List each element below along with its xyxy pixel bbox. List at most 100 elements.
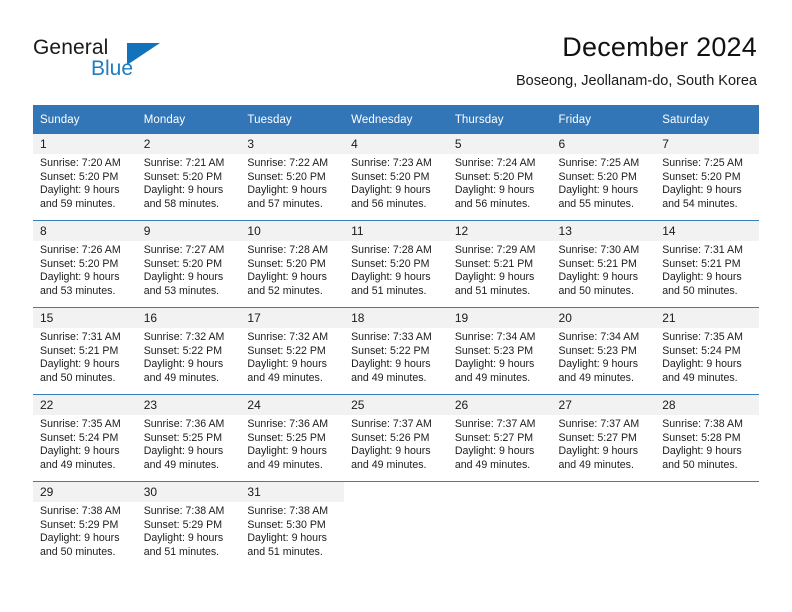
calendar-day-cell[interactable]: 6 Sunrise: 7:25 AM Sunset: 5:20 PM Dayli… xyxy=(551,134,656,221)
daylight-text-line2: and 52 minutes. xyxy=(247,284,323,297)
daylight-text-line1: Daylight: 9 hours xyxy=(247,271,327,284)
day-details: Sunrise: 7:20 AM Sunset: 5:20 PM Dayligh… xyxy=(33,154,137,211)
sunrise-text: Sunrise: 7:21 AM xyxy=(143,157,225,169)
calendar-day-cell[interactable]: 17 Sunrise: 7:32 AM Sunset: 5:22 PM Dayl… xyxy=(240,307,345,395)
sunset-text: Sunset: 5:28 PM xyxy=(662,431,741,444)
day-number: 14 xyxy=(655,221,759,241)
day-details: Sunrise: 7:36 AM Sunset: 5:25 PM Dayligh… xyxy=(240,415,344,472)
calendar-day-cell[interactable]: 13 Sunrise: 7:30 AM Sunset: 5:21 PM Dayl… xyxy=(551,220,656,308)
daylight-text-line1: Daylight: 9 hours xyxy=(454,184,535,197)
daylight-text-line1: Daylight: 9 hours xyxy=(143,532,224,545)
day-details: Sunrise: 7:25 AM Sunset: 5:20 PM Dayligh… xyxy=(552,154,656,211)
day-number: 20 xyxy=(551,308,656,328)
calendar-day-cell[interactable]: 3 Sunrise: 7:22 AM Sunset: 5:20 PM Dayli… xyxy=(240,134,345,221)
calendar-day-cell[interactable]: 19 Sunrise: 7:34 AM Sunset: 5:23 PM Dayl… xyxy=(447,307,552,395)
day-number: 7 xyxy=(655,134,759,154)
daylight-text-line2: and 49 minutes. xyxy=(558,458,634,471)
sunrise-text: Sunrise: 7:34 AM xyxy=(558,331,640,343)
calendar-week-row: 1 Sunrise: 7:20 AM Sunset: 5:20 PM Dayli… xyxy=(33,134,759,221)
calendar-day-cell[interactable]: 8 Sunrise: 7:26 AM Sunset: 5:20 PM Dayli… xyxy=(33,220,137,308)
daylight-text-line2: and 49 minutes. xyxy=(40,458,116,471)
day-number: 8 xyxy=(33,221,137,241)
weekday-header-thursday: Thursday xyxy=(447,105,552,134)
page-title: December 2024 xyxy=(562,32,757,62)
day-details: Sunrise: 7:35 AM Sunset: 5:24 PM Dayligh… xyxy=(655,328,759,385)
sunset-text: Sunset: 5:20 PM xyxy=(351,257,430,270)
sunset-text: Sunset: 5:20 PM xyxy=(40,257,119,270)
general-blue-logo[interactable]: General Blue xyxy=(33,36,213,88)
calendar-day-cell[interactable]: 4 Sunrise: 7:23 AM Sunset: 5:20 PM Dayli… xyxy=(344,134,448,221)
title-block: December 2024 Boseong, Jeollanam-do, Sou… xyxy=(516,30,757,90)
calendar-day-cell[interactable]: 7 Sunrise: 7:25 AM Sunset: 5:20 PM Dayli… xyxy=(655,134,759,221)
sunrise-text: Sunrise: 7:28 AM xyxy=(247,244,329,256)
calendar-day-cell[interactable]: 14 Sunrise: 7:31 AM Sunset: 5:21 PM Dayl… xyxy=(655,220,759,308)
sunset-text: Sunset: 5:20 PM xyxy=(351,170,430,183)
daylight-text-line1: Daylight: 9 hours xyxy=(662,358,742,371)
calendar-day-cell[interactable]: 25 Sunrise: 7:37 AM Sunset: 5:26 PM Dayl… xyxy=(344,394,448,482)
daylight-text-line2: and 57 minutes. xyxy=(247,197,323,210)
day-details: Sunrise: 7:38 AM Sunset: 5:29 PM Dayligh… xyxy=(33,502,137,559)
calendar-day-cell[interactable]: 24 Sunrise: 7:36 AM Sunset: 5:25 PM Dayl… xyxy=(240,394,345,482)
day-details: Sunrise: 7:30 AM Sunset: 5:21 PM Dayligh… xyxy=(552,241,656,298)
calendar-day-cell[interactable]: 16 Sunrise: 7:32 AM Sunset: 5:22 PM Dayl… xyxy=(136,307,241,395)
day-details: Sunrise: 7:28 AM Sunset: 5:20 PM Dayligh… xyxy=(240,241,344,298)
calendar-day-cell[interactable]: 29 Sunrise: 7:38 AM Sunset: 5:29 PM Dayl… xyxy=(33,481,137,568)
day-number: 12 xyxy=(447,221,552,241)
calendar-week-row: 29 Sunrise: 7:38 AM Sunset: 5:29 PM Dayl… xyxy=(33,481,759,568)
daylight-text-line2: and 56 minutes. xyxy=(351,197,427,210)
daylight-text-line1: Daylight: 9 hours xyxy=(40,271,120,284)
daylight-text-line1: Daylight: 9 hours xyxy=(558,445,639,458)
calendar-day-cell[interactable]: 27 Sunrise: 7:37 AM Sunset: 5:27 PM Dayl… xyxy=(551,394,656,482)
calendar-header-row-group: Sunday Monday Tuesday Wednesday Thursday… xyxy=(33,105,759,134)
daylight-text-line1: Daylight: 9 hours xyxy=(40,532,120,545)
day-number: 29 xyxy=(33,482,137,502)
daylight-text-line2: and 54 minutes. xyxy=(662,197,738,210)
sunset-text: Sunset: 5:24 PM xyxy=(662,344,741,357)
calendar-day-cell[interactable]: 28 Sunrise: 7:38 AM Sunset: 5:28 PM Dayl… xyxy=(655,394,759,482)
day-details: Sunrise: 7:31 AM Sunset: 5:21 PM Dayligh… xyxy=(33,328,137,385)
day-details: Sunrise: 7:26 AM Sunset: 5:20 PM Dayligh… xyxy=(33,241,137,298)
calendar-day-cell[interactable]: 10 Sunrise: 7:28 AM Sunset: 5:20 PM Dayl… xyxy=(240,220,345,308)
day-number: 19 xyxy=(447,308,552,328)
daylight-text-line1: Daylight: 9 hours xyxy=(247,358,327,371)
day-number: 26 xyxy=(447,395,552,415)
daylight-text-line2: and 58 minutes. xyxy=(143,197,220,210)
sunset-text: Sunset: 5:21 PM xyxy=(40,344,119,357)
daylight-text-line1: Daylight: 9 hours xyxy=(40,184,120,197)
calendar-day-cell-empty xyxy=(344,481,448,568)
sunrise-text: Sunrise: 7:34 AM xyxy=(454,331,536,343)
calendar-day-cell[interactable]: 9 Sunrise: 7:27 AM Sunset: 5:20 PM Dayli… xyxy=(136,220,241,308)
day-details: Sunrise: 7:36 AM Sunset: 5:25 PM Dayligh… xyxy=(137,415,241,472)
day-number: 10 xyxy=(240,221,345,241)
sunrise-text: Sunrise: 7:38 AM xyxy=(662,418,743,430)
page-header: General Blue December 2024 Boseong, Jeol… xyxy=(0,0,792,100)
weekday-header-sunday: Sunday xyxy=(33,105,137,134)
sunrise-text: Sunrise: 7:38 AM xyxy=(40,505,121,517)
day-details: Sunrise: 7:38 AM Sunset: 5:29 PM Dayligh… xyxy=(137,502,241,559)
sunset-text: Sunset: 5:20 PM xyxy=(662,170,741,183)
calendar-day-cell[interactable]: 22 Sunrise: 7:35 AM Sunset: 5:24 PM Dayl… xyxy=(33,394,137,482)
calendar-day-cell[interactable]: 12 Sunrise: 7:29 AM Sunset: 5:21 PM Dayl… xyxy=(447,220,552,308)
calendar-day-cell[interactable]: 23 Sunrise: 7:36 AM Sunset: 5:25 PM Dayl… xyxy=(136,394,241,482)
calendar-day-cell[interactable]: 20 Sunrise: 7:34 AM Sunset: 5:23 PM Dayl… xyxy=(551,307,656,395)
sunrise-text: Sunrise: 7:38 AM xyxy=(143,505,225,517)
calendar-day-cell[interactable]: 18 Sunrise: 7:33 AM Sunset: 5:22 PM Dayl… xyxy=(344,307,448,395)
calendar-day-cell[interactable]: 21 Sunrise: 7:35 AM Sunset: 5:24 PM Dayl… xyxy=(655,307,759,395)
day-details: Sunrise: 7:34 AM Sunset: 5:23 PM Dayligh… xyxy=(552,328,656,385)
calendar-day-cell[interactable]: 5 Sunrise: 7:24 AM Sunset: 5:20 PM Dayli… xyxy=(447,134,552,221)
day-details: Sunrise: 7:27 AM Sunset: 5:20 PM Dayligh… xyxy=(137,241,241,298)
calendar-day-cell[interactable]: 1 Sunrise: 7:20 AM Sunset: 5:20 PM Dayli… xyxy=(33,134,137,221)
calendar-day-cell[interactable]: 30 Sunrise: 7:38 AM Sunset: 5:29 PM Dayl… xyxy=(136,481,241,568)
calendar-day-cell[interactable]: 2 Sunrise: 7:21 AM Sunset: 5:20 PM Dayli… xyxy=(136,134,241,221)
location-subtitle: Boseong, Jeollanam-do, South Korea xyxy=(515,73,757,89)
weekday-header-friday: Friday xyxy=(551,105,656,134)
calendar-day-cell[interactable]: 11 Sunrise: 7:28 AM Sunset: 5:20 PM Dayl… xyxy=(344,220,448,308)
sunrise-text: Sunrise: 7:38 AM xyxy=(247,505,329,517)
sunset-text: Sunset: 5:20 PM xyxy=(40,170,119,183)
calendar-day-cell[interactable]: 31 Sunrise: 7:38 AM Sunset: 5:30 PM Dayl… xyxy=(240,481,345,568)
daylight-text-line1: Daylight: 9 hours xyxy=(351,358,431,371)
sunset-text: Sunset: 5:20 PM xyxy=(143,170,223,183)
calendar-day-cell[interactable]: 15 Sunrise: 7:31 AM Sunset: 5:21 PM Dayl… xyxy=(33,307,137,395)
sunrise-text: Sunrise: 7:26 AM xyxy=(40,244,121,256)
calendar-day-cell[interactable]: 26 Sunrise: 7:37 AM Sunset: 5:27 PM Dayl… xyxy=(447,394,552,482)
